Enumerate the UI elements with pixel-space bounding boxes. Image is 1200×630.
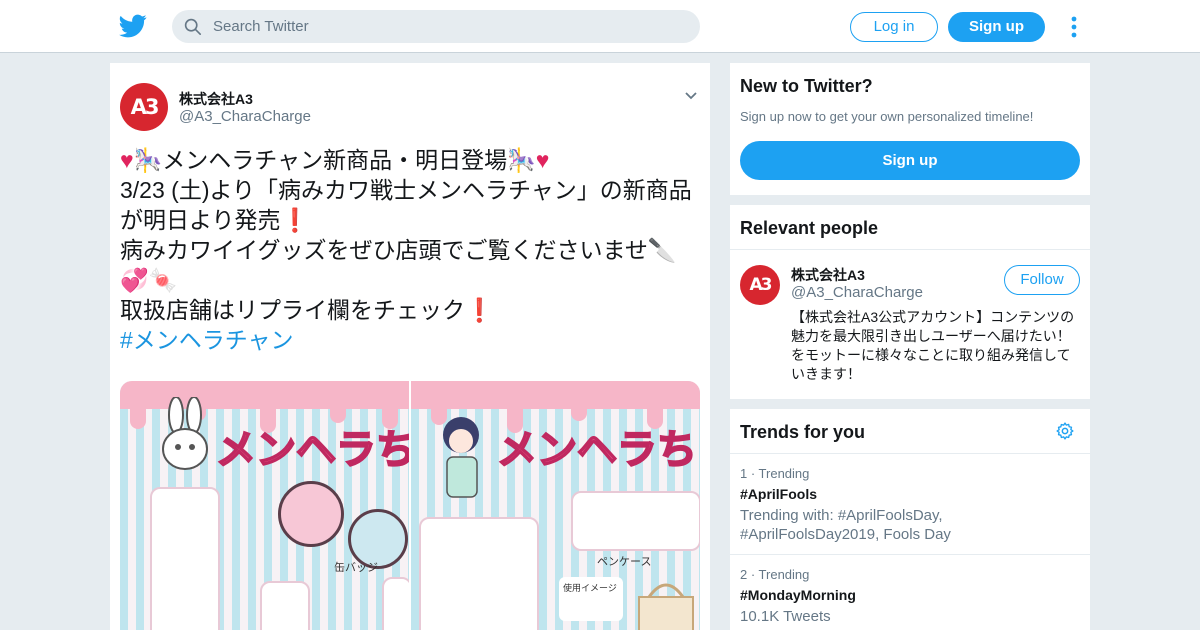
top-bar: Search Twitter Log in Sign up (0, 0, 1200, 53)
heart-icon: ♥ (535, 147, 550, 173)
signup-button[interactable]: Sign up (948, 12, 1045, 42)
stand-product (260, 581, 310, 630)
tweet-media[interactable]: メンヘラち 缶バッジ メンヘラち ペンケース 使用イメージ (120, 381, 700, 630)
person-name[interactable]: 株式会社A3 (791, 265, 865, 285)
search-icon (184, 18, 202, 36)
exclamation-icon: ❗ (465, 297, 494, 323)
phone-case-product (150, 487, 220, 630)
bunny-illustration (162, 397, 208, 470)
badge-product (278, 481, 344, 547)
panel-title: メンヘラち (496, 426, 698, 474)
trend-meta: 1 · Trending (740, 466, 810, 481)
chevron-down-icon[interactable] (684, 89, 698, 103)
trend-description: Trending with: #AprilFoolsDay, #AprilFoo… (740, 507, 951, 543)
sparkling-heart-icon: 💞 (120, 267, 149, 293)
divider (730, 453, 1090, 454)
trend-link[interactable]: #MondayMorning (740, 587, 856, 603)
follow-button[interactable]: Follow (1004, 265, 1080, 295)
knife-icon: 🔪 (647, 237, 677, 263)
pen-case-product (571, 491, 700, 551)
new-to-twitter-panel: New to Twitter? Sign up now to get your … (730, 63, 1090, 195)
tweet-line-3: 病みカワイイグッズをぜひ店頭でご覧くださいませ (120, 237, 648, 263)
exclamation-icon: ❗ (280, 207, 310, 233)
search-input[interactable]: Search Twitter (213, 18, 309, 35)
person-bio: 【株式会社A3公式アカウント】コンテンツの魅力を最大限引き出しユーザーへ届けたい… (791, 309, 1075, 382)
panel-heading: New to Twitter? (740, 76, 873, 96)
carousel-icon: 🎠 (507, 147, 536, 173)
panel-caption: ペンケース (597, 556, 652, 568)
heart-icon: ♥ (120, 147, 134, 173)
trends-panel: Trends for you 1 · Trending #AprilFools … (730, 409, 1090, 630)
usage-note: 使用イメージ (559, 577, 623, 621)
character-illustration (443, 417, 479, 498)
panel-heading: Relevant people (740, 218, 879, 238)
author-handle[interactable]: @A3_CharaCharge (179, 108, 311, 125)
panel-title: メンヘラち (215, 426, 409, 474)
media-image-1[interactable]: メンヘラち 缶バッジ (120, 381, 409, 630)
avatar[interactable]: A3 (740, 265, 780, 305)
gear-icon[interactable] (1055, 421, 1075, 441)
candy-icon: 🍬 (148, 267, 178, 293)
stand-product (382, 577, 409, 630)
tweet-card: A3 株式会社A3 @A3_CharaCharge ♥🎠メンヘラチャン新商品・明… (110, 63, 710, 630)
divider (730, 249, 1090, 250)
notebook-product (419, 517, 539, 630)
author-name[interactable]: 株式会社A3 (179, 89, 253, 109)
panel-caption: 缶バッジ (334, 562, 378, 574)
tweet-line-1: メンヘラチャン新商品・明日登場 (162, 147, 508, 173)
person-handle[interactable]: @A3_CharaCharge (791, 284, 923, 301)
trend-description: 10.1K Tweets (740, 608, 831, 625)
vertical-ellipsis-icon[interactable] (1068, 14, 1080, 40)
avatar[interactable]: A3 (120, 83, 168, 131)
tweet-line-4: 取扱店舗はリプライ欄をチェック (120, 297, 465, 323)
tote-bag-illustration (638, 583, 694, 630)
media-image-2[interactable]: メンヘラち ペンケース 使用イメージ (411, 381, 700, 630)
login-button[interactable]: Log in (850, 12, 938, 42)
tweet-text: ♥🎠メンヘラチャン新商品・明日登場🎠♥ 3/23 (土)より「病みカワ戦士メンヘ… (120, 145, 700, 355)
relevant-people-panel: Relevant people A3 株式会社A3 @A3_CharaCharg… (730, 205, 1090, 399)
trend-meta: 2 · Trending (740, 567, 810, 582)
divider (730, 554, 1090, 555)
twitter-bird-icon[interactable] (119, 12, 147, 40)
search-bar[interactable]: Search Twitter (172, 10, 700, 43)
signup-button-large[interactable]: Sign up (740, 141, 1080, 180)
trend-link[interactable]: #AprilFools (740, 486, 817, 502)
tweet-line-2: 3/23 (土)より「病みカワ戦士メンヘラチャン」の新商品が明日より発売 (120, 177, 692, 233)
hashtag-link[interactable]: #メンヘラチャン (120, 325, 700, 355)
panel-subtitle: Sign up now to get your own personalized… (740, 109, 1034, 124)
carousel-icon: 🎠 (133, 147, 163, 173)
panel-heading: Trends for you (740, 422, 866, 442)
